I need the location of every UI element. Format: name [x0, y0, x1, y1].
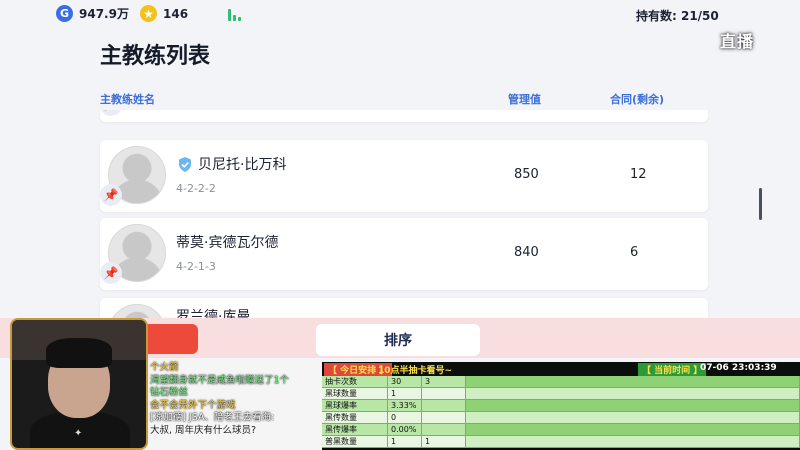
gold-coin-icon: G [56, 5, 73, 22]
table-row: 黑传数量 0 [322, 412, 800, 424]
stat-value: 0.00% [388, 424, 422, 435]
stat-value: 30 [388, 376, 422, 387]
shirt-logo-icon: ✦ [74, 428, 83, 439]
stat-label: 黑球爆率 [322, 400, 388, 411]
contract-remaining: 6 [630, 245, 639, 260]
verified-shield-icon [179, 156, 191, 172]
live-watermark: 直播 [720, 32, 755, 51]
list-item[interactable]: 📌 贝尼托·比万科 4-2-2-2 850 12 [100, 140, 708, 212]
stat-extra [422, 400, 466, 411]
stat-extra: 3 [422, 376, 466, 387]
column-header-management[interactable]: 管理值 [508, 91, 541, 107]
stat-extra [422, 388, 466, 399]
chat-message: 钻石粉丝 [150, 387, 189, 398]
stat-value: 3.33% [388, 400, 422, 411]
stat-value: 0 [388, 412, 422, 423]
coach-name: 贝尼托·比万科 [178, 154, 286, 174]
star-icon: ★ [140, 5, 157, 22]
management-value: 840 [514, 245, 539, 260]
signal-bars-icon [228, 8, 241, 21]
time-tag: 【 当前时间 】 [638, 363, 707, 376]
streamer-camera: ✦ [10, 318, 148, 450]
column-header-contract[interactable]: 合同(剩余) [610, 91, 664, 107]
schedule-title: 10点半抽卡看号~ [378, 366, 453, 376]
stream-stats-panel: 【 今日安排 】 10点半抽卡看号~ 【 当前时间 】 07-06 23:03:… [322, 362, 800, 450]
page-title: 主教练列表 [100, 44, 211, 69]
pin-icon[interactable]: 📌 [100, 110, 122, 116]
table-row: 黑球数量 1 [322, 388, 800, 400]
coach-name: 蒂莫·宾德瓦尔德 [176, 232, 278, 252]
table-row: 抽卡次数 30 3 [322, 376, 800, 388]
stat-label: 黑球数量 [322, 388, 388, 399]
top-status-bar: G 947.9万 ★ 146 持有数: 21/50 [0, 0, 800, 30]
stat-value: 1 [388, 388, 422, 399]
chat-message: [凉加德] JSA、陪老王去看海: [150, 412, 275, 423]
management-value: 850 [514, 167, 539, 182]
stats-header: 【 今日安排 】 10点半抽卡看号~ 【 当前时间 】 07-06 23:03:… [322, 362, 800, 376]
list-item[interactable]: 📌 [100, 110, 708, 122]
list-item[interactable]: 罗兰德·库曼 [100, 298, 708, 320]
stat-label: 黑传爆率 [322, 424, 388, 435]
star-currency[interactable]: ★ 146 [140, 5, 188, 22]
stats-table: 抽卡次数 30 3 黑球数量 1 黑球爆率 3.33% 黑传数量 0 黑传爆率 … [322, 376, 800, 448]
stat-extra: 1 [422, 436, 466, 447]
sort-button[interactable]: 排序 [316, 324, 480, 356]
gold-amount: 947.9万 [79, 7, 129, 21]
pin-icon[interactable]: 📌 [100, 262, 122, 284]
holdings-count: 持有数: 21/50 [636, 9, 719, 23]
table-row: 黑球爆率 3.33% [322, 400, 800, 412]
stat-extra [422, 412, 466, 423]
table-row: 黑传爆率 0.00% [322, 424, 800, 436]
stat-label: 普黑数量 [322, 436, 388, 447]
coach-list[interactable]: 📌 📌 贝尼托·比万科 4-2-2-2 850 12 📌 蒂莫·宾德瓦尔德 4-… [0, 110, 770, 320]
chat-message: 渴望翻身就不是咸鱼啦赠送了1个 [150, 374, 290, 386]
stat-value: 1 [388, 436, 422, 447]
column-header-name[interactable]: 主教练姓名 [100, 91, 155, 107]
coach-name-text: 贝尼托·比万科 [198, 157, 287, 173]
list-item[interactable]: 📌 蒂莫·宾德瓦尔德 4-2-1-3 840 6 [100, 218, 708, 290]
live-chat: 个火箭 渴望翻身就不是咸鱼啦赠送了1个 钻石粉丝 会不会另外下个游戏 [凉加德]… [150, 362, 320, 450]
chat-message: 大叔, 周年庆有什么球员? [150, 424, 257, 436]
chat-message: 个火箭 [150, 362, 179, 373]
stat-extra [422, 424, 466, 435]
formation: 4-2-2-2 [176, 182, 216, 195]
coach-name-text: 蒂莫·宾德瓦尔德 [176, 235, 279, 251]
pin-icon[interactable]: 📌 [100, 184, 122, 206]
list-scrollbar[interactable] [759, 188, 762, 220]
stat-label: 黑传数量 [322, 412, 388, 423]
stat-label: 抽卡次数 [322, 376, 388, 387]
table-row: 普黑数量 1 1 [322, 436, 800, 448]
formation: 4-2-1-3 [176, 260, 216, 273]
contract-remaining: 12 [630, 167, 647, 182]
gold-currency[interactable]: G 947.9万 [56, 5, 129, 22]
star-amount: 146 [163, 6, 189, 21]
chat-message: 会不会另外下个游戏 [150, 399, 236, 411]
current-time: 07-06 23:03:39 [700, 363, 777, 373]
